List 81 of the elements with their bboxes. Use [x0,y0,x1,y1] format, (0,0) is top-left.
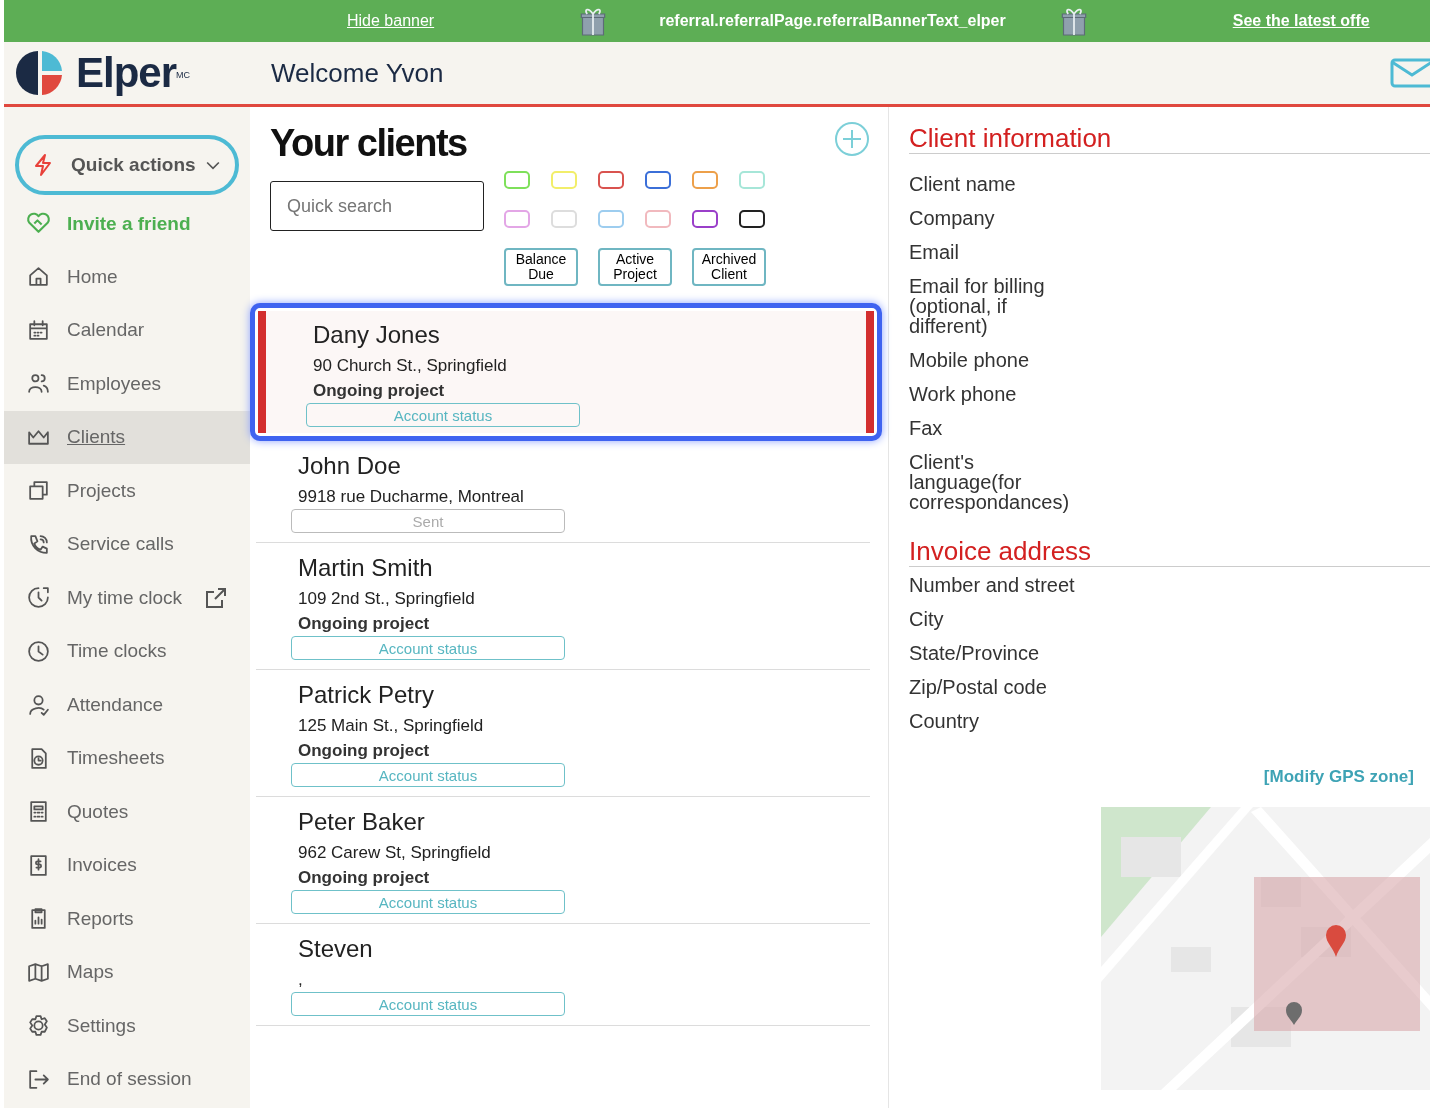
client-name: Dany Jones [313,321,441,349]
project-status: Ongoing project [298,741,431,761]
add-icon[interactable] [834,121,870,157]
sidebar-item[interactable]: Invoices [4,838,250,892]
field-label: Mobile phone [909,350,1031,370]
field-label: City [909,609,945,629]
project-status: Ongoing project [298,868,431,888]
sidebar-item[interactable]: Projects [4,464,250,518]
color-filter[interactable] [692,171,718,189]
sidebar-item[interactable]: Quotes [4,785,250,839]
sidebar-item[interactable]: Home [4,250,250,304]
sidebar-item[interactable]: Reports [4,892,250,946]
sidebar-item[interactable]: Timesheets [4,731,250,785]
section-title: Client information [909,123,1430,154]
project-status: Ongoing project [313,381,446,401]
menu-item-icon [26,692,51,718]
client-name: Steven [298,935,374,963]
sidebar-item[interactable]: Attendance [4,678,250,732]
client-address: 125 Main St., Springfield [298,716,485,736]
hide-banner-link[interactable]: Hide banner [347,12,435,30]
sidebar-item[interactable]: Service calls [4,517,250,571]
client-name: Patrick Petry [298,681,436,709]
client-name: Martin Smith [298,554,434,582]
client-address: 109 2nd St., Springfield [298,589,476,609]
logo-icon [16,49,64,97]
sidebar-item[interactable]: Settings [4,999,250,1053]
sidebar-item[interactable]: End of session [4,1052,250,1106]
sidebar-item[interactable]: My time clock [4,571,250,625]
field-label: Work phone [909,384,1018,404]
sidebar-item[interactable]: Time clocks [4,624,250,678]
section-title: Invoice address [909,536,1430,567]
tag-filter-button[interactable]: Balance Due [504,248,578,286]
color-filter[interactable] [739,210,765,228]
mail-icon[interactable] [1390,58,1430,88]
color-filter[interactable] [692,210,718,228]
color-filter[interactable] [504,210,530,228]
project-status: Ongoing project [298,614,431,634]
client-row[interactable]: Peter Baker 962 Carew St, Springfield Ongoing project Account status [256,797,870,924]
tag-filter-button[interactable]: Archived Client [692,248,766,286]
search-field[interactable]: Quick search [270,181,484,231]
field-label: Country [909,711,981,731]
field-label: Fax [909,418,944,438]
color-filter[interactable] [598,171,624,189]
field-label: State/Province [909,643,1041,663]
tag-filter-button[interactable]: Active Project [598,248,672,286]
client-address: 9918 rue Ducharme, Montreal [298,487,525,507]
page-title: Your clients [270,121,468,165]
client-row[interactable]: Dany Jones 90 Church St., Springfield Ongoing project Account status [250,303,882,441]
client-address: , [298,970,304,990]
menu-item-icon [26,638,51,664]
latest-offer-link[interactable]: See the latest offe [1232,12,1370,30]
sidebar-item[interactable]: Maps [4,945,250,999]
logo-text: Elper [76,49,177,97]
client-name: Peter Baker [298,808,426,836]
client-address: 90 Church St., Springfield [313,356,508,376]
menu-item-icon [26,585,51,611]
sidebar-item[interactable]: Calendar [4,303,250,357]
field-label: Client name [909,174,1017,194]
welcome-text: Welcome Yvon [271,57,444,89]
field-label: Email for billing (optional, if different) [909,276,1046,336]
quick-actions-button[interactable]: Quick actions [15,135,239,195]
client-row[interactable]: John Doe 9918 rue Ducharme, Montreal Sent [256,441,870,543]
field-label: Email [909,242,960,262]
sidebar-item[interactable]: Clients [4,410,250,464]
client-row[interactable]: Steven , Account status [256,924,870,1026]
client-row[interactable]: Martin Smith 109 2nd St., Springfield Ongoing project Account status [256,543,870,670]
client-name: John Doe [298,452,402,480]
color-filter[interactable] [645,171,671,189]
field-label: Company [909,208,996,228]
heart-icon [26,211,51,236]
menu-item-icon [26,317,51,343]
modify-gps-link[interactable]: [Modify GPS zone] [1263,767,1414,787]
menu-item-icon [26,1013,51,1039]
sidebar-item[interactable]: Employees [4,357,250,411]
client-address: 962 Carew St, Springfield [298,843,492,863]
client-row[interactable]: Patrick Petry 125 Main St., Springfield Ongoing project Account status [256,670,870,797]
trademark-mark: MC [176,70,191,80]
field-label: Zip/Postal code [909,677,1048,697]
field-label: Number and street [909,575,1076,595]
banner-text: referral.referralPage.referralBannerText_elper [659,12,1006,30]
field-label: Client's language(for correspondances) [909,452,1071,512]
